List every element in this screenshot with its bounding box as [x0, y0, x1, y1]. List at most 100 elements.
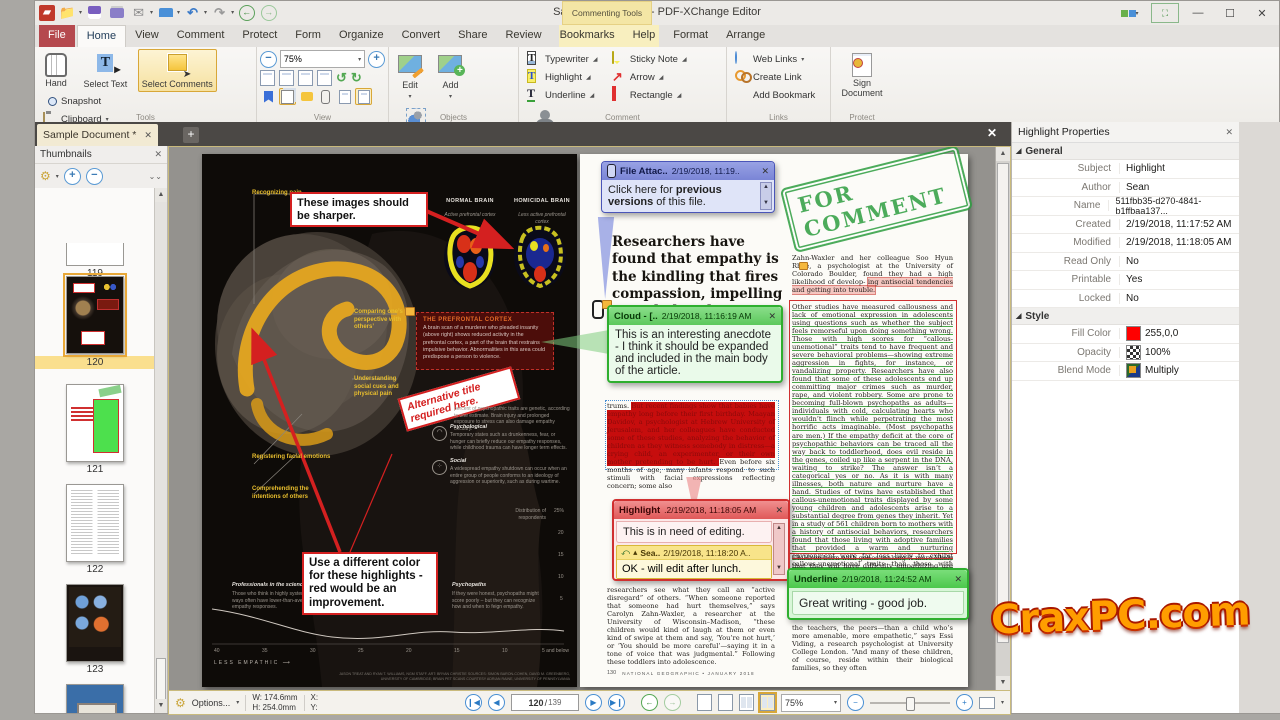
popup-body[interactable]: This is an interesting anecdote - I thin…	[609, 325, 781, 381]
two-page-continuous-layout-icon[interactable]	[760, 694, 775, 711]
thumbnails-scrollbar[interactable]: ▲ ▼	[154, 188, 167, 713]
stamp-dropdown-icon[interactable]: ▾	[177, 9, 180, 16]
prop-row-readonly[interactable]: Read OnlyNo	[1012, 253, 1239, 272]
highlight-button[interactable]: THighlight◢	[524, 68, 600, 86]
column2-note-icon[interactable]	[799, 262, 808, 270]
rotate-cw-icon[interactable]: ↻	[351, 71, 362, 85]
status-options-button[interactable]: Options...	[192, 698, 231, 708]
stamp-tool-icon[interactable]	[156, 3, 175, 22]
add-bookmark-button[interactable]: Add Bookmark	[732, 86, 818, 104]
section-general[interactable]: ◢General	[1012, 143, 1239, 160]
zoom-level-combo[interactable]: 75%▾	[280, 50, 365, 68]
popup-close-icon[interactable]: ✕	[775, 505, 783, 516]
underline-popup[interactable]: Underline 2/19/2018, 11:24:52 AM ✕ Great…	[787, 568, 969, 620]
properties-pane-icon[interactable]	[355, 88, 372, 105]
print-button[interactable]	[107, 3, 126, 22]
red-highlighted-text[interactable]: But recent findings show that babies hav…	[607, 402, 775, 466]
undo-dropdown-icon[interactable]: ▾	[204, 9, 207, 16]
highlight-popup[interactable]: Highlight .2/19/2018, 11:18:05 AM ✕ This…	[612, 499, 790, 581]
prop-row-printable[interactable]: PrintableYes	[1012, 271, 1239, 290]
nav-forward-icon[interactable]: →	[259, 3, 278, 22]
prop-row-name[interactable]: Name511fbb35-d270-4841-b1ffbaa137...	[1012, 197, 1239, 216]
status-zoom-in-icon[interactable]: +	[956, 694, 973, 711]
email-icon[interactable]: ✉	[129, 3, 148, 22]
note-images-sharper[interactable]: These images should be sharper.	[290, 192, 428, 227]
rectangle-button[interactable]: Rectangle◢	[609, 86, 690, 104]
web-links-button[interactable]: Web Links▾	[732, 50, 818, 68]
history-back-icon[interactable]: ←	[641, 694, 658, 711]
sticky-note-button[interactable]: Sticky Note◢	[609, 50, 690, 68]
popup-body[interactable]: Great writing - good job.	[792, 591, 964, 615]
typewriter-button[interactable]: TTypewriter◢	[524, 50, 600, 68]
thumbnails-close-icon[interactable]: ✕	[154, 149, 162, 160]
scroll-thumb[interactable]	[997, 163, 1009, 643]
select-comments-button[interactable]: Select Comments	[138, 49, 217, 92]
popup-scrollbar[interactable]: ▲▼	[773, 523, 785, 575]
prop-row-modified[interactable]: Modified2/19/2018, 11:18:05 AM	[1012, 234, 1239, 253]
zoom-slider[interactable]	[870, 702, 950, 704]
prop-row-subject[interactable]: SubjectHighlight	[1012, 160, 1239, 179]
fit-page-icon[interactable]	[260, 70, 275, 86]
status-options-dropdown-icon[interactable]: ▾	[236, 699, 239, 706]
document-tab[interactable]: Sample Document * ✕	[37, 124, 158, 146]
arrow-button[interactable]: ↗Arrow◢	[609, 68, 690, 86]
tab-organize[interactable]: Organize	[330, 25, 393, 47]
reply-block[interactable]: ⤺▴ Sea.. 2/19/2018, 11:18:20 A.. OK - wi…	[616, 545, 772, 579]
sticky-note-marker-icon[interactable]	[405, 307, 415, 316]
status-options-gear-icon[interactable]: ⚙	[175, 696, 186, 710]
hand-tool-button[interactable]: Hand	[39, 49, 73, 91]
edit-objects-button[interactable]: Edit▾	[393, 49, 427, 103]
close-document-icon[interactable]: ✕	[987, 126, 997, 140]
tab-protect[interactable]: Protect	[233, 25, 286, 47]
thumbnails-options-dropdown-icon[interactable]: ▾	[56, 173, 59, 180]
scroll-up-icon[interactable]: ▲	[996, 147, 1010, 161]
thumbnails-zoom-in-icon[interactable]: +	[64, 168, 81, 185]
select-text-button[interactable]: TSelect Text	[79, 49, 131, 92]
tab-format[interactable]: Format	[664, 25, 717, 47]
underline-button[interactable]: TUnderline◢	[524, 86, 600, 104]
popup-body[interactable]: Click here for previous versions of this…	[602, 180, 774, 212]
thumbnails-expand-icon[interactable]: ⌄⌄	[149, 172, 162, 181]
email-dropdown-icon[interactable]: ▾	[150, 9, 153, 16]
maximize-button[interactable]: ☐	[1217, 4, 1243, 22]
thumbnails-scroll-down-icon[interactable]: ▼	[155, 699, 167, 713]
popup-close-icon[interactable]: ✕	[768, 311, 776, 322]
opacity-swatch[interactable]	[1126, 345, 1141, 360]
fields-pane-icon[interactable]	[336, 88, 353, 105]
history-forward-icon[interactable]: →	[664, 694, 681, 711]
thumbnail-119[interactable]: 119	[35, 243, 155, 279]
fit-mode-icon[interactable]	[979, 697, 995, 709]
redo-icon[interactable]: ↷	[210, 3, 229, 22]
undo-icon[interactable]: ↶	[183, 3, 202, 22]
thumbnail-120[interactable]: 120	[35, 276, 155, 369]
thumbnail-124[interactable]: 124	[35, 684, 155, 713]
section-style[interactable]: ◢Style	[1012, 308, 1239, 325]
fullscreen-icon[interactable]: ⛶	[1151, 3, 1179, 23]
prop-row-blendmode[interactable]: Blend ModeMultiply	[1012, 362, 1239, 381]
note-use-different-color[interactable]: Use a different color for these highligh…	[302, 552, 438, 615]
prop-row-locked[interactable]: LockedNo	[1012, 290, 1239, 309]
first-page-icon[interactable]: ❙◀	[465, 694, 482, 711]
next-page-icon[interactable]: ▶	[585, 694, 602, 711]
prop-row-opacity[interactable]: Opacity100%	[1012, 344, 1239, 363]
open-dropdown-icon[interactable]: ▾	[79, 9, 82, 16]
snapshot-button[interactable]: Snapshot	[40, 93, 112, 111]
page-120[interactable]: Recognizing pain These images should be …	[202, 154, 577, 687]
popup-close-icon[interactable]: ✕	[954, 574, 962, 585]
status-zoom-out-icon[interactable]: −	[847, 694, 864, 711]
create-link-button[interactable]: Create Link	[732, 68, 818, 86]
status-zoom-combo[interactable]: 75%▾	[781, 694, 841, 712]
zoom-in-icon[interactable]: +	[368, 51, 385, 68]
thumbnails-pane-icon[interactable]	[279, 88, 296, 105]
tab-view[interactable]: View	[126, 25, 168, 47]
prop-row-fillcolor[interactable]: Fill Color255,0,0	[1012, 325, 1239, 344]
file-attachment-popup[interactable]: File Attac.. 2/19/2018, 11:19.. ✕ Click …	[601, 161, 775, 213]
tab-share[interactable]: Share	[449, 25, 496, 47]
rotate-ccw-icon[interactable]: ↺	[336, 71, 347, 85]
tab-file[interactable]: File	[39, 25, 75, 47]
thumbnail-122[interactable]: 122	[35, 484, 155, 575]
add-objects-button[interactable]: +Add▾	[433, 49, 467, 103]
continuous-layout-icon[interactable]	[718, 694, 733, 711]
thumbnails-scroll-thumb[interactable]	[156, 658, 166, 700]
properties-close-icon[interactable]: ✕	[1225, 127, 1233, 138]
